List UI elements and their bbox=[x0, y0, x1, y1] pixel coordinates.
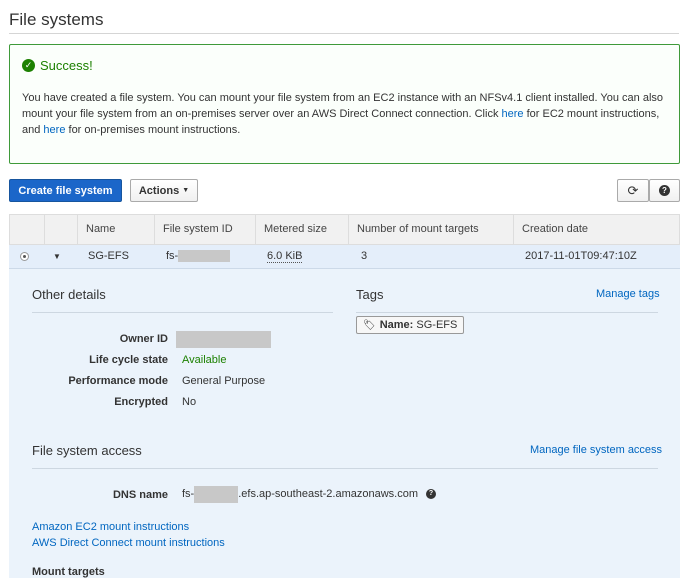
row-file-system-id: fs- bbox=[166, 245, 231, 268]
onprem-instructions-link[interactable]: here bbox=[43, 124, 65, 136]
other-details-title: Other details bbox=[32, 287, 106, 302]
question-icon[interactable]: ? bbox=[426, 489, 436, 500]
success-alert: ✓ Success! You have created a file syste… bbox=[9, 44, 680, 164]
performance-mode-label: Performance mode bbox=[68, 375, 168, 387]
tags-divider bbox=[356, 312, 658, 313]
redacted-dns bbox=[194, 485, 239, 503]
dns-suffix: .efs.ap-southeast-2.amazonaws.com bbox=[238, 488, 418, 500]
life-cycle-label: Life cycle state bbox=[89, 354, 168, 366]
tag-key: Name: bbox=[379, 319, 414, 331]
success-message: You have created a file system. You can … bbox=[22, 90, 670, 138]
access-divider bbox=[32, 468, 658, 469]
owner-id-label: Owner ID bbox=[119, 333, 168, 345]
row-creation-date: 2017-11-01T09:47:10Z bbox=[525, 250, 637, 262]
success-title: Success! bbox=[40, 58, 93, 73]
page-title: File systems bbox=[9, 10, 104, 29]
table-header: Name File system ID Metered size Number … bbox=[9, 214, 680, 245]
encrypted-value: No bbox=[182, 396, 197, 408]
expand-arrow-icon[interactable]: ▼ bbox=[53, 245, 61, 268]
col-name[interactable]: Name bbox=[77, 215, 154, 244]
create-file-system-button[interactable]: Create file system bbox=[9, 179, 122, 202]
table-row[interactable]: ▼ SG-EFS fs- 6.0 KiB 3 2017-11-01T09:47:… bbox=[9, 245, 680, 269]
actions-label: Actions bbox=[138, 184, 180, 197]
redacted-id bbox=[178, 250, 231, 263]
metered-size-value[interactable]: 6.0 KiB bbox=[267, 250, 303, 263]
col-mount-targets[interactable]: Number of mount targets bbox=[348, 215, 513, 244]
col-creation-date[interactable]: Creation date bbox=[513, 215, 679, 244]
help-button[interactable]: ? bbox=[649, 179, 680, 202]
row-metered-size: 6.0 KiB bbox=[267, 245, 303, 268]
manage-access-link[interactable]: Manage file system access bbox=[530, 444, 662, 456]
other-details-divider bbox=[32, 312, 333, 313]
life-cycle-value: Available bbox=[182, 354, 227, 366]
dns-name-label: DNS name bbox=[112, 489, 168, 501]
success-header: ✓ Success! bbox=[22, 58, 93, 73]
redacted-owner-id bbox=[176, 331, 271, 348]
direct-connect-mount-instructions-link[interactable]: AWS Direct Connect mount instructions bbox=[32, 537, 225, 549]
performance-mode-value: General Purpose bbox=[182, 375, 266, 387]
owner-id-value bbox=[176, 331, 271, 348]
help-icon: ? bbox=[659, 185, 670, 196]
manage-tags-link[interactable]: Manage tags bbox=[596, 288, 660, 300]
ec2-mount-instructions-link[interactable]: Amazon EC2 mount instructions bbox=[32, 521, 189, 533]
check-circle-icon: ✓ bbox=[22, 59, 35, 72]
success-text-3: for on-premises mount instructions. bbox=[65, 124, 241, 136]
ec2-instructions-link[interactable]: here bbox=[502, 108, 524, 120]
refresh-icon: ⟳ bbox=[627, 182, 639, 198]
col-expand bbox=[44, 215, 77, 244]
row-name: SG-EFS bbox=[88, 250, 129, 262]
encrypted-label: Encrypted bbox=[114, 396, 168, 408]
caret-down-icon: ▼ bbox=[182, 187, 190, 194]
row-mount-targets: 3 bbox=[361, 250, 368, 262]
tags-title: Tags bbox=[356, 287, 384, 302]
fs-id-prefix: fs- bbox=[166, 250, 179, 262]
mount-targets-title: Mount targets bbox=[32, 566, 105, 578]
col-metered-size[interactable]: Metered size bbox=[255, 215, 348, 244]
dns-name-value: fs- .efs.ap-southeast-2.amazonaws.com? bbox=[182, 485, 436, 503]
file-system-access-title: File system access bbox=[32, 443, 142, 458]
refresh-button[interactable]: ⟳ bbox=[617, 179, 649, 202]
col-file-system-id[interactable]: File system ID bbox=[154, 215, 255, 244]
tag-icon: 🏷 bbox=[363, 319, 376, 331]
tag-chip: 🏷 Name: SG-EFS bbox=[356, 316, 465, 334]
row-radio-button[interactable] bbox=[20, 252, 29, 261]
dns-prefix: fs- bbox=[182, 488, 195, 500]
tag-value: SG-EFS bbox=[416, 319, 458, 331]
col-select bbox=[10, 215, 44, 244]
actions-dropdown-button[interactable]: Actions ▼ bbox=[130, 179, 198, 202]
title-divider bbox=[9, 33, 679, 34]
